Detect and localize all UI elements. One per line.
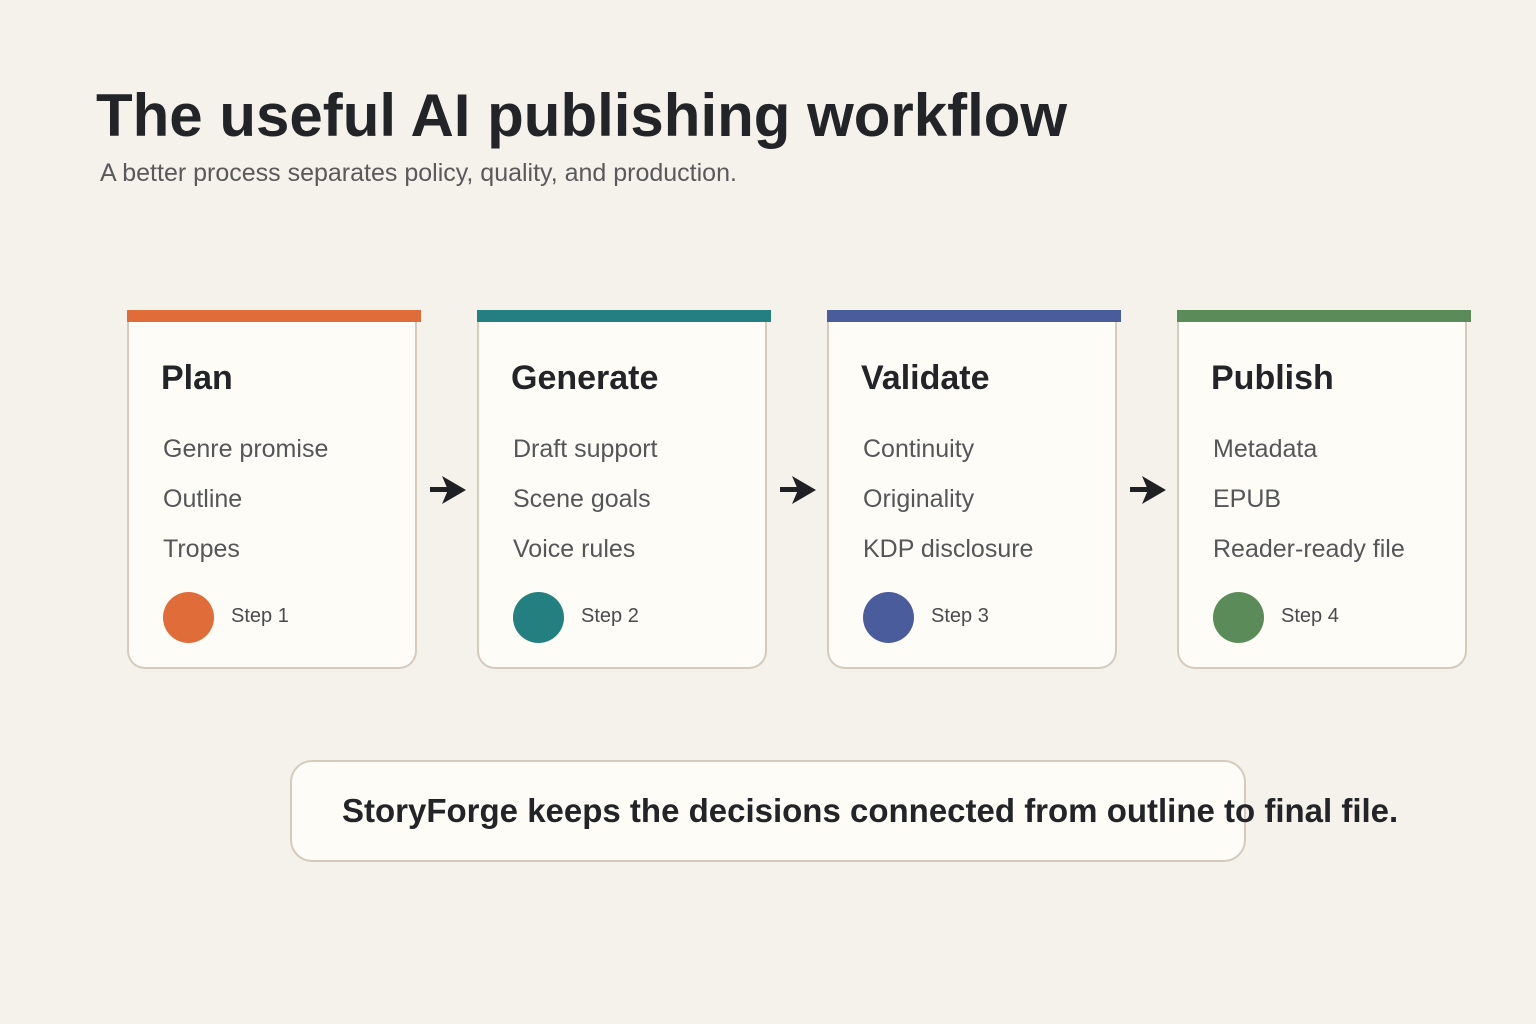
card-accent-bar: [1177, 310, 1471, 322]
card-item-list: Genre promise Outline Tropes: [163, 434, 328, 584]
list-item: Originality: [863, 485, 975, 513]
list-item: Voice rules: [513, 535, 636, 563]
step-dot: [513, 592, 564, 643]
card-item-list: Draft support Scene goals Voice rules: [513, 434, 658, 584]
list-item: Scene goals: [513, 485, 651, 513]
card-title: Validate: [861, 359, 990, 397]
step-card-validate: Validate Continuity Originality KDP disc…: [827, 310, 1121, 669]
list-item: EPUB: [1213, 485, 1282, 513]
page-title: The useful AI publishing workflow: [96, 82, 1068, 149]
card-item-list: Metadata EPUB Reader-ready file: [1213, 434, 1405, 584]
step-card-publish: Publish Metadata EPUB Reader-ready file …: [1177, 310, 1471, 669]
list-item: Reader-ready file: [1213, 535, 1405, 563]
list-item: Outline: [163, 485, 243, 513]
step-card-plan: Plan Genre promise Outline Tropes Step 1: [127, 310, 421, 669]
card-item-list: Continuity Originality KDP disclosure: [863, 434, 1033, 584]
card-accent-bar: [827, 310, 1121, 322]
page-subtitle: A better process separates policy, quali…: [100, 159, 737, 187]
step-card-generate: Generate Draft support Scene goals Voice…: [477, 310, 771, 669]
list-item: Metadata: [1213, 435, 1318, 463]
list-item: Genre promise: [163, 435, 329, 463]
list-item: Continuity: [863, 435, 975, 463]
step-label: Step 4: [1281, 605, 1339, 627]
arrow-right-icon: [780, 476, 816, 504]
step-dot: [163, 592, 214, 643]
summary-callout-text: StoryForge keeps the decisions connected…: [342, 792, 1399, 829]
card-title: Publish: [1211, 359, 1334, 397]
card-title: Generate: [511, 359, 659, 397]
list-item: Draft support: [513, 435, 658, 463]
step-dot: [863, 592, 914, 643]
arrow-right-icon: [1130, 476, 1166, 504]
list-item: Tropes: [163, 535, 240, 563]
list-item: KDP disclosure: [863, 535, 1034, 563]
card-accent-bar: [477, 310, 771, 322]
arrow-right-icon: [430, 476, 466, 504]
step-label: Step 2: [581, 605, 639, 627]
step-dot: [1213, 592, 1264, 643]
step-label: Step 1: [231, 605, 289, 627]
card-title: Plan: [161, 359, 233, 397]
card-accent-bar: [127, 310, 421, 322]
step-label: Step 3: [931, 605, 989, 627]
